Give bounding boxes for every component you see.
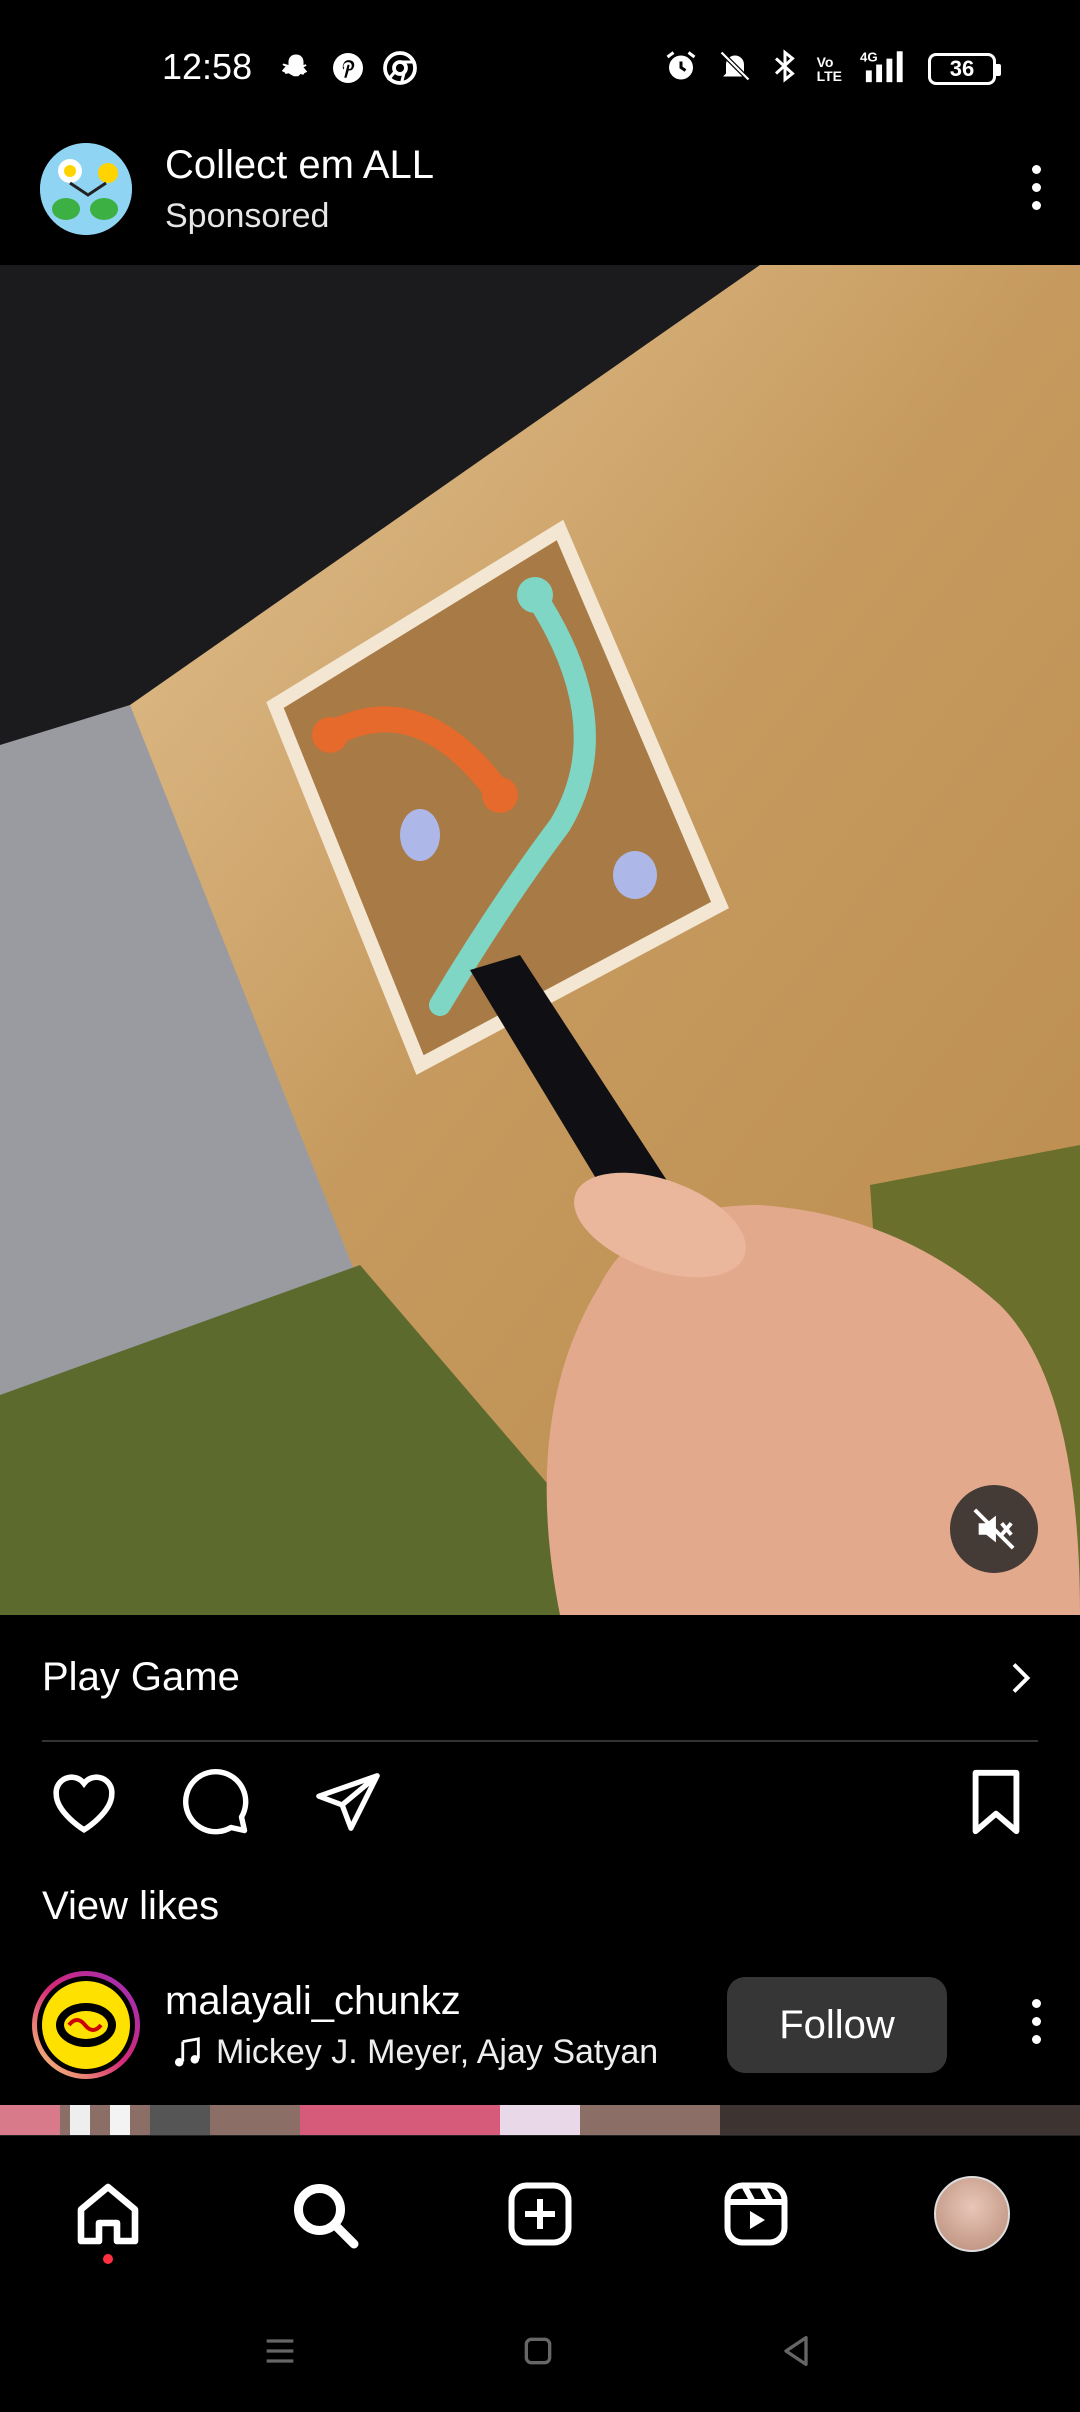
brand-name[interactable]: Collect em ALL [165,143,434,188]
bluetooth-icon [771,48,799,89]
back-button[interactable] [766,2321,826,2381]
back-triangle-icon [784,2336,808,2366]
nav-profile[interactable] [932,2174,1012,2254]
next-post-more-icon[interactable] [1016,1993,1056,2053]
mute-toggle-button[interactable] [950,1485,1038,1573]
post-media[interactable] [0,265,1080,1615]
nav-search[interactable] [284,2174,364,2254]
chrome-icon [382,50,418,86]
status-bar: 12:58 Vo LTE 4G 36 [0,0,1080,135]
comment-button[interactable] [176,1762,256,1842]
home-notification-dot [103,2254,113,2264]
status-right-icons: Vo LTE 4G 36 [663,48,1001,89]
cta-label: Play Game [42,1655,240,1699]
username[interactable]: malayali_chunkz [165,1979,461,2024]
status-left-icons [278,50,418,86]
heart-icon [53,1774,115,1834]
status-time: 12:58 [162,46,253,87]
bookmark-icon [972,1769,1020,1835]
4g-signal-icon: 4G [860,48,910,89]
speaker-muted-icon [973,1508,1015,1550]
sponsored-label: Sponsored [165,197,330,235]
mute-icon [717,48,753,89]
volte-icon: Vo LTE [816,53,842,84]
user-avatar-logo [42,1981,130,2069]
like-button[interactable] [44,1762,124,1842]
nav-home[interactable] [68,2174,148,2254]
brand-avatar[interactable] [40,143,132,235]
nav-create[interactable] [500,2174,580,2254]
post-actions [0,1762,1080,1857]
post-header: Collect em ALL Sponsored [0,135,1080,265]
next-post-header: malayali_chunkz Mickey J. Meyer, Ajay Sa… [0,1965,1080,2105]
home-system-button[interactable] [508,2321,568,2381]
follow-button[interactable]: Follow [727,1977,947,2073]
chevron-right-icon [1012,1662,1031,1693]
bottom-nav [0,2135,1080,2285]
audio-attribution[interactable]: Mickey J. Meyer, Ajay Satyan [172,2033,658,2072]
svg-text:4G: 4G [860,50,878,65]
battery-icon: 36 [928,52,1001,85]
nav-reels[interactable] [716,2174,796,2254]
home-icon [77,2183,139,2245]
pinterest-icon [330,50,366,86]
user-avatar[interactable] [32,1971,140,2079]
battery-level: 36 [949,55,975,81]
post-more-icon[interactable] [1016,159,1056,219]
create-icon [508,2182,572,2246]
media-illustration [0,265,1080,1615]
menu-icon [266,2339,294,2363]
send-icon [316,1773,380,1831]
alarm-icon [663,48,699,89]
view-likes-link[interactable]: View likes [42,1884,219,1929]
profile-avatar [934,2176,1010,2252]
square-icon [524,2337,552,2365]
reels-icon [724,2182,788,2246]
share-button[interactable] [308,1762,388,1842]
recents-button[interactable] [250,2321,310,2381]
save-button[interactable] [956,1762,1036,1842]
system-nav-bar [0,2285,1080,2412]
play-game-cta[interactable]: Play Game [42,1615,1038,1742]
next-post-media-peek[interactable] [0,2105,1080,2135]
comment-icon [183,1769,249,1835]
snapchat-icon [278,50,314,86]
music-note-icon [174,2036,200,2066]
audio-label: Mickey J. Meyer, Ajay Satyan [216,2033,659,2071]
search-icon [294,2184,359,2249]
